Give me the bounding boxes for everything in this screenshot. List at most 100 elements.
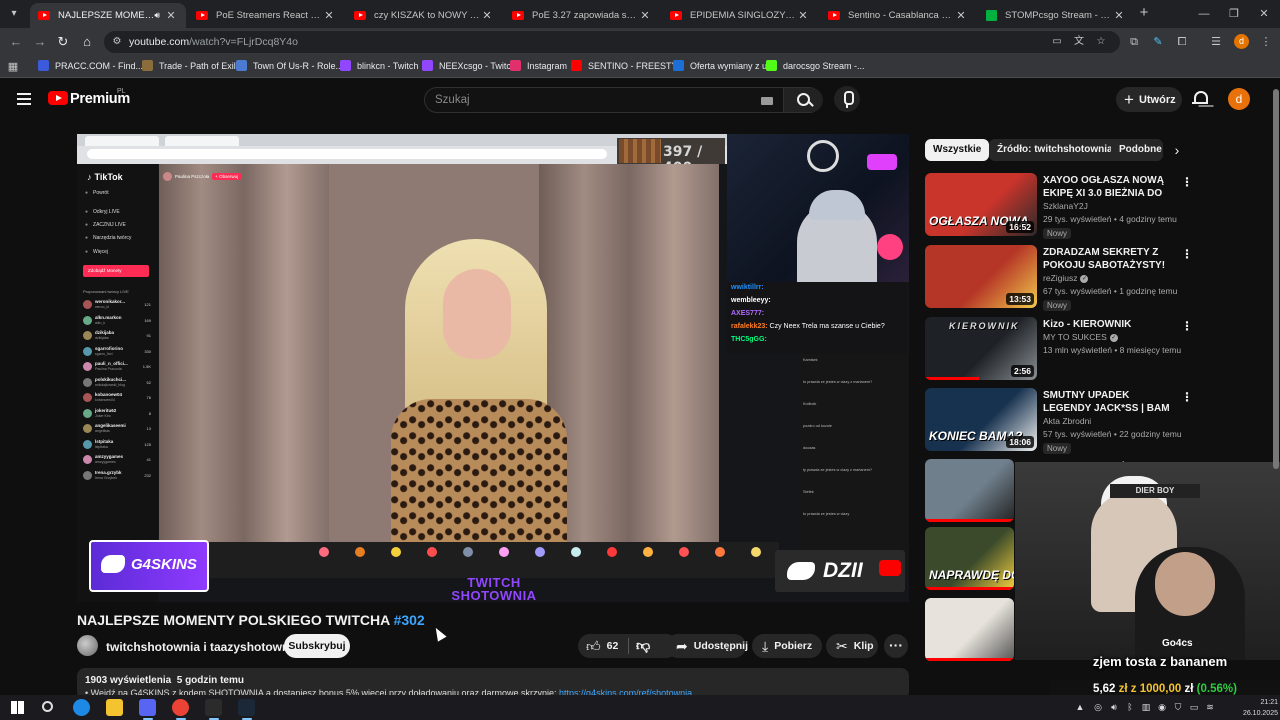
video-thumbnail[interactable]: 13:53 <box>925 245 1037 308</box>
video-hashtag[interactable]: #302 <box>394 612 425 628</box>
extensions-puzzle-icon[interactable]: ⧠ <box>1174 34 1190 50</box>
search-input[interactable] <box>435 92 755 108</box>
bookmark-item[interactable]: NEEXcsgo - Twitch <box>422 60 516 71</box>
recommended-title[interactable]: SMUTNY UPADEK LEGENDY JACK*SS | BAM MARG… <box>1043 389 1177 415</box>
recommended-channel[interactable]: reZigiusz ✓ <box>1043 273 1089 283</box>
bookmark-item[interactable]: Instagram <box>510 60 567 71</box>
steam-tray-icon[interactable]: ◉ <box>1156 701 1168 713</box>
search-taskbar-icon[interactable] <box>42 701 53 712</box>
reading-list-icon[interactable]: ☰ <box>1208 34 1224 50</box>
bookmark-item[interactable]: blinkcn - Twitch <box>340 60 418 71</box>
video-thumbnail[interactable]: NAPRAWDĘ DOBRE <box>925 527 1014 590</box>
more-options-icon[interactable]: ⋮ <box>1181 175 1193 189</box>
more-actions-button[interactable]: ··· <box>884 634 908 658</box>
more-options-icon[interactable]: ⋮ <box>1181 247 1193 261</box>
apps-grid-icon[interactable]: ▦ <box>5 59 21 75</box>
filter-chip[interactable]: Źródło: twitchshotownia <box>989 139 1121 161</box>
thumbs-down-icon[interactable]: 👎︎ <box>636 637 650 654</box>
bookmark-item[interactable]: darocsgo Stream -... <box>766 60 865 71</box>
close-tab-icon[interactable]: ✕ <box>1112 9 1126 22</box>
clip-button[interactable]: ✂ Klip <box>826 634 878 658</box>
close-tab-icon[interactable]: ✕ <box>954 9 968 22</box>
recommended-channel[interactable]: SzklanaY2J <box>1043 201 1088 211</box>
recommended-title[interactable]: ZDRADZAM SEKRETY Z POKOJU SABOTAŻYSTY! 😮… <box>1043 246 1177 272</box>
recommended-video[interactable]: 13:53 ZDRADZAM SEKRETY Z POKOJU SABOTAŻYS… <box>925 245 1195 313</box>
download-button[interactable]: ⤓ Pobierz <box>752 634 822 658</box>
recommended-title[interactable]: XAYOO OGŁASZA NOWĄ EKIPĘ XI 3.0 BIEŻNIA … <box>1043 174 1177 200</box>
browser-tab[interactable]: PoE Streamers React to the New✕ <box>188 3 344 28</box>
browser-tab[interactable]: STOMPcsgo Stream - Watch Live✕ <box>978 3 1134 28</box>
recommended-channel[interactable]: MY TO SUKCES ✓ <box>1043 332 1118 342</box>
obs-taskbar-icon[interactable] <box>205 699 222 716</box>
notifications-bell-icon[interactable] <box>1192 90 1208 108</box>
close-window-button[interactable]: ✕ <box>1252 5 1276 23</box>
channel-name[interactable]: twitchshotownia i taazyshotownia <box>106 640 299 654</box>
recommended-video[interactable]: OGŁASZA NOWĄ 16:52 XAYOO OGŁASZA NOWĄ EKIP… <box>925 173 1195 241</box>
create-button[interactable]: + Utwórz <box>1116 87 1182 112</box>
bookmark-item[interactable]: Town Of Us-R - Role... <box>236 60 343 71</box>
video-thumbnail[interactable]: KIEROWNIK 2:56 <box>925 317 1037 380</box>
network-icon[interactable]: ▥ <box>1140 701 1152 713</box>
filter-chip[interactable]: Podobne <box>1111 139 1163 161</box>
shield-icon[interactable]: ⛉ <box>1172 701 1184 713</box>
channel-avatar[interactable] <box>77 635 98 656</box>
tab-search-chevron-icon[interactable]: ▾ <box>4 4 24 24</box>
browser-menu-icon[interactable]: ⋮ <box>1258 34 1274 50</box>
recommended-title[interactable]: Kizo - KIEROWNIK <box>1043 318 1177 331</box>
address-url[interactable]: youtube.com/watch?v=FLjrDcq8Y4o <box>129 36 298 48</box>
windows-start-icon[interactable] <box>9 699 26 716</box>
translate-icon[interactable]: 文 <box>1072 35 1086 49</box>
chevron-right-icon[interactable]: › <box>1168 141 1186 159</box>
keyboard-icon[interactable] <box>761 97 773 105</box>
browser-tab[interactable]: Sentino - Casablanca (prod. Cr✕ <box>820 3 976 28</box>
monitor-icon[interactable]: ▭ <box>1188 701 1200 713</box>
video-thumbnail[interactable]: KONIEC BAMA? 18:06 <box>925 388 1037 451</box>
youtube-logo-icon[interactable] <box>48 91 68 105</box>
wifi-icon[interactable]: ≋ <box>1204 701 1216 713</box>
close-tab-icon[interactable]: ✕ <box>164 9 178 22</box>
close-tab-icon[interactable]: ✕ <box>638 9 652 22</box>
video-thumbnail[interactable] <box>925 598 1014 661</box>
browser-profile-avatar[interactable]: d <box>1234 34 1249 49</box>
tray-app-icon[interactable]: ◎ <box>1092 701 1104 713</box>
new-tab-button[interactable]: + <box>1136 5 1152 21</box>
recommended-video[interactable]: KONIEC BAMA? 18:06 SMUTNY UPADEK LEGENDY J… <box>925 388 1195 456</box>
close-tab-icon[interactable]: ✕ <box>322 9 336 22</box>
share-button[interactable]: ➦ Udostępnij <box>666 634 748 658</box>
more-options-icon[interactable]: ⋮ <box>1181 319 1193 333</box>
audio-playing-icon[interactable]: 🔊︎ <box>154 10 160 21</box>
recommended-video[interactable]: KIEROWNIK 2:56 Kizo - KIEROWNIK MY TO SUKCE… <box>925 317 1195 385</box>
edge-taskbar-icon[interactable] <box>73 699 90 716</box>
cast-icon[interactable]: ▭ <box>1050 35 1064 49</box>
close-tab-icon[interactable]: ✕ <box>796 9 810 22</box>
close-tab-icon[interactable]: ✕ <box>480 9 494 22</box>
tray-app-icon[interactable]: ▲ <box>1074 701 1086 713</box>
account-avatar[interactable]: d <box>1228 88 1250 110</box>
explorer-taskbar-icon[interactable] <box>106 699 123 716</box>
bookmark-item[interactable]: SENTINO - FREESTY... <box>571 60 684 71</box>
bookmark-item[interactable]: PRACC.COM - Find... <box>38 60 143 71</box>
address-bar[interactable]: ⚙ youtube.com/watch?v=FLjrDcq8Y4o ▭ 文 ☆ <box>104 31 1120 53</box>
bookmark-item[interactable]: Trade - Path of Exile <box>142 60 241 71</box>
browser-tab[interactable]: NAJLEPSZE MOMENTY POLSKIEGO TWITCHA🔊︎ ✕ <box>30 3 186 28</box>
steam-taskbar-icon[interactable] <box>238 699 255 716</box>
filter-chip[interactable]: Wszystkie <box>925 139 990 161</box>
bookmark-item[interactable]: Oferta wymiany z u... <box>673 60 775 71</box>
more-options-icon[interactable]: ⋮ <box>1181 390 1193 404</box>
minimize-button[interactable]: — <box>1192 5 1216 23</box>
taskbar-clock[interactable]: 21:21 26.10.2025 <box>1230 697 1278 719</box>
subscribe-button[interactable]: Subskrybuj <box>284 634 350 658</box>
speaker-icon[interactable]: 🔊︎ <box>1108 701 1120 713</box>
extension-pen-icon[interactable]: ✎ <box>1150 34 1166 50</box>
discord-taskbar-icon[interactable] <box>139 699 156 716</box>
menu-hamburger-icon[interactable] <box>17 93 31 105</box>
scrollbar-thumb[interactable] <box>1273 89 1279 469</box>
bookmark-star-icon[interactable]: ☆ <box>1094 35 1108 49</box>
browser-tab[interactable]: czy KISZAK to NOWY DIS??? 😮✕ <box>346 3 502 28</box>
site-info-icon[interactable]: ⚙ <box>110 35 124 49</box>
video-thumbnail[interactable] <box>925 459 1014 522</box>
search-button[interactable] <box>783 88 823 112</box>
recommended-channel[interactable]: Akta Zbrodni <box>1043 416 1091 426</box>
maximize-button[interactable]: ❐ <box>1222 5 1246 23</box>
chrome-taskbar-icon[interactable] <box>172 699 189 716</box>
